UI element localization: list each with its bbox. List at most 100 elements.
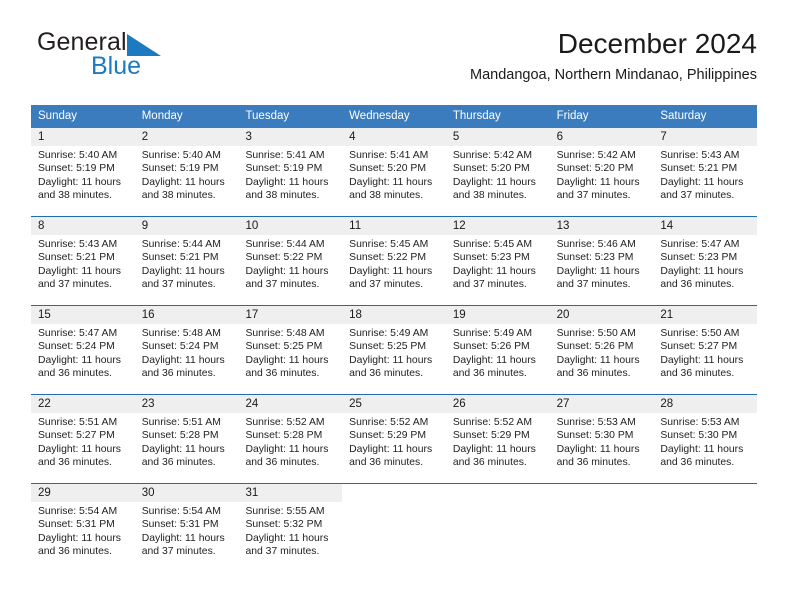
day-cell[interactable]: 4 Sunrise: 5:41 AM Sunset: 5:20 PM Daylight…: [342, 128, 446, 216]
day-cell[interactable]: 19 Sunrise: 5:49 AM Sunset: 5:26 PM Dayligh…: [445, 306, 550, 394]
daylight-text-line1: Daylight: 11 hours: [660, 176, 744, 188]
sunrise-text: Sunrise: 5:54 AM: [38, 506, 118, 518]
daylight-text-line2: and 37 minutes.: [349, 278, 424, 290]
daylight-text-line2: and 38 minutes.: [349, 189, 424, 201]
day-details: Sunrise: 5:46 AM Sunset: 5:23 PM Daylight:…: [550, 235, 654, 290]
day-cell[interactable]: 15 Sunrise: 5:47 AM Sunset: 5:24 PM Dayligh…: [31, 306, 135, 394]
daylight-text-line1: Daylight: 11 hours: [245, 176, 329, 188]
sunrise-text: Sunrise: 5:44 AM: [245, 239, 325, 251]
day-number: 19: [445, 306, 550, 325]
day-cell[interactable]: 22 Sunrise: 5:51 AM Sunset: 5:27 PM Dayligh…: [31, 395, 135, 483]
day-cell[interactable]: 21 Sunrise: 5:50 AM Sunset: 5:27 PM Dayligh…: [653, 306, 758, 394]
sunset-text: Sunset: 5:20 PM: [349, 163, 426, 175]
sunrise-text: Sunrise: 5:52 AM: [452, 417, 533, 429]
day-details: Sunrise: 5:42 AM Sunset: 5:20 PM Daylight:…: [446, 146, 550, 201]
sunrise-text: Sunrise: 5:43 AM: [660, 150, 740, 162]
day-number: 24: [238, 395, 343, 414]
day-cell[interactable]: 10 Sunrise: 5:44 AM Sunset: 5:22 PM Dayligh…: [238, 217, 343, 305]
day-cell[interactable]: 3 Sunrise: 5:41 AM Sunset: 5:19 PM Daylight…: [238, 128, 343, 216]
day-details: Sunrise: 5:47 AM Sunset: 5:24 PM Daylight:…: [31, 324, 135, 379]
day-details: Sunrise: 5:40 AM Sunset: 5:19 PM Daylight:…: [31, 146, 135, 201]
day-number: 18: [342, 306, 446, 325]
day-cell[interactable]: 24 Sunrise: 5:52 AM Sunset: 5:28 PM Dayligh…: [238, 395, 343, 483]
daylight-text-line1: Daylight: 11 hours: [245, 265, 329, 277]
day-details: Sunrise: 5:42 AM Sunset: 5:20 PM Daylight:…: [550, 146, 654, 201]
daylight-text-line2: and 38 minutes.: [141, 189, 216, 201]
sunset-text: Sunset: 5:22 PM: [349, 252, 426, 264]
sunset-text: Sunset: 5:21 PM: [141, 252, 219, 264]
day-cell[interactable]: 16 Sunrise: 5:48 AM Sunset: 5:24 PM Dayligh…: [134, 306, 239, 394]
daylight-text-line2: and 36 minutes.: [452, 456, 527, 468]
day-cell[interactable]: 12 Sunrise: 5:45 AM Sunset: 5:23 PM Dayligh…: [445, 217, 550, 305]
sunset-text: Sunset: 5:30 PM: [660, 430, 738, 442]
daylight-text-line1: Daylight: 11 hours: [452, 176, 536, 188]
sunset-text: Sunset: 5:26 PM: [452, 341, 530, 353]
day-cell[interactable]: 23 Sunrise: 5:51 AM Sunset: 5:28 PM Dayligh…: [134, 395, 239, 483]
day-cell[interactable]: 13 Sunrise: 5:46 AM Sunset: 5:23 PM Dayligh…: [549, 217, 654, 305]
week-inner: 15 Sunrise: 5:47 AM Sunset: 5:24 PM Dayligh…: [31, 306, 758, 394]
day-details: Sunrise: 5:44 AM Sunset: 5:21 PM Daylight:…: [135, 235, 239, 290]
day-details: Sunrise: 5:50 AM Sunset: 5:27 PM Daylight:…: [653, 324, 757, 379]
day-details: Sunrise: 5:51 AM Sunset: 5:27 PM Daylight:…: [31, 413, 135, 468]
daylight-text-line1: Daylight: 11 hours: [556, 176, 640, 188]
day-cell[interactable]: 25 Sunrise: 5:52 AM Sunset: 5:29 PM Dayligh…: [342, 395, 446, 483]
day-number: 30: [134, 484, 239, 503]
day-cell[interactable]: 20 Sunrise: 5:50 AM Sunset: 5:26 PM Dayligh…: [549, 306, 654, 394]
day-cell[interactable]: 1 Sunrise: 5:40 AM Sunset: 5:19 PM Daylight…: [31, 128, 135, 216]
calendar-week-row: 1 Sunrise: 5:40 AM Sunset: 5:19 PM Daylight…: [31, 128, 758, 216]
day-cell[interactable]: 9 Sunrise: 5:44 AM Sunset: 5:21 PM Daylight…: [134, 217, 239, 305]
sunrise-text: Sunrise: 5:48 AM: [141, 328, 221, 340]
day-cell-empty: [342, 484, 446, 572]
day-cell[interactable]: 11 Sunrise: 5:45 AM Sunset: 5:22 PM Dayligh…: [342, 217, 446, 305]
logo-text-blue: Blue: [91, 52, 142, 80]
day-cell[interactable]: 2 Sunrise: 5:40 AM Sunset: 5:19 PM Daylight…: [134, 128, 239, 216]
day-cell[interactable]: 8 Sunrise: 5:43 AM Sunset: 5:21 PM Daylight…: [31, 217, 135, 305]
day-details: Sunrise: 5:40 AM Sunset: 5:19 PM Daylight:…: [135, 146, 239, 201]
day-cell[interactable]: 27 Sunrise: 5:53 AM Sunset: 5:30 PM Dayligh…: [549, 395, 654, 483]
day-cell[interactable]: 17 Sunrise: 5:48 AM Sunset: 5:25 PM Dayligh…: [238, 306, 343, 394]
day-number: 8: [31, 217, 135, 236]
day-cell[interactable]: 29 Sunrise: 5:54 AM Sunset: 5:31 PM Dayligh…: [31, 484, 135, 572]
sunrise-text: Sunrise: 5:44 AM: [141, 239, 221, 251]
day-details: Sunrise: 5:43 AM Sunset: 5:21 PM Daylight:…: [31, 235, 135, 290]
sunrise-text: Sunrise: 5:50 AM: [660, 328, 740, 340]
day-number: 26: [445, 395, 550, 414]
day-details: Sunrise: 5:53 AM Sunset: 5:30 PM Daylight:…: [653, 413, 757, 468]
sunset-text: Sunset: 5:22 PM: [245, 252, 323, 264]
day-cell[interactable]: 5 Sunrise: 5:42 AM Sunset: 5:20 PM Daylight…: [445, 128, 550, 216]
daylight-text-line1: Daylight: 11 hours: [141, 354, 225, 366]
calendar-page: General Blue December 2024 Mandangoa, No…: [0, 0, 792, 612]
day-number: 22: [31, 395, 135, 414]
day-cell[interactable]: 7 Sunrise: 5:43 AM Sunset: 5:21 PM Daylight…: [653, 128, 758, 216]
daylight-text-line2: and 36 minutes.: [556, 367, 631, 379]
day-number: 2: [134, 128, 239, 147]
sunset-text: Sunset: 5:31 PM: [141, 519, 219, 531]
daylight-text-line1: Daylight: 11 hours: [349, 265, 433, 277]
sunset-text: Sunset: 5:19 PM: [245, 163, 323, 175]
daylight-text-line1: Daylight: 11 hours: [660, 354, 744, 366]
day-cell[interactable]: 30 Sunrise: 5:54 AM Sunset: 5:31 PM Dayligh…: [134, 484, 239, 572]
daylight-text-line1: Daylight: 11 hours: [349, 443, 433, 455]
day-details: Sunrise: 5:41 AM Sunset: 5:19 PM Daylight:…: [238, 146, 342, 201]
day-cell[interactable]: 6 Sunrise: 5:42 AM Sunset: 5:20 PM Daylight…: [549, 128, 654, 216]
day-cell[interactable]: 31 Sunrise: 5:55 AM Sunset: 5:32 PM Dayligh…: [238, 484, 343, 572]
daylight-text-line2: and 36 minutes.: [245, 367, 320, 379]
day-details: Sunrise: 5:44 AM Sunset: 5:22 PM Daylight:…: [238, 235, 342, 290]
day-details: Sunrise: 5:52 AM Sunset: 5:29 PM Daylight:…: [446, 413, 550, 468]
general-blue-logo[interactable]: General Blue: [31, 28, 211, 90]
day-number: 16: [134, 306, 239, 325]
sunrise-text: Sunrise: 5:41 AM: [349, 150, 429, 162]
day-details: Sunrise: 5:49 AM Sunset: 5:26 PM Daylight:…: [446, 324, 550, 379]
daylight-text-line1: Daylight: 11 hours: [141, 532, 225, 544]
day-cell[interactable]: 14 Sunrise: 5:47 AM Sunset: 5:23 PM Dayligh…: [653, 217, 758, 305]
day-cell[interactable]: 26 Sunrise: 5:52 AM Sunset: 5:29 PM Dayligh…: [445, 395, 550, 483]
daylight-text-line1: Daylight: 11 hours: [245, 443, 329, 455]
day-cell[interactable]: 18 Sunrise: 5:49 AM Sunset: 5:25 PM Dayligh…: [342, 306, 446, 394]
weekday-header-friday: Friday: [556, 110, 589, 122]
daylight-text-line2: and 38 minutes.: [452, 189, 527, 201]
daylight-text-line1: Daylight: 11 hours: [452, 443, 536, 455]
sunset-text: Sunset: 5:29 PM: [452, 430, 530, 442]
sunrise-text: Sunrise: 5:41 AM: [245, 150, 325, 162]
day-cell[interactable]: 28 Sunrise: 5:53 AM Sunset: 5:30 PM Dayligh…: [653, 395, 758, 483]
daylight-text-line1: Daylight: 11 hours: [38, 443, 121, 455]
